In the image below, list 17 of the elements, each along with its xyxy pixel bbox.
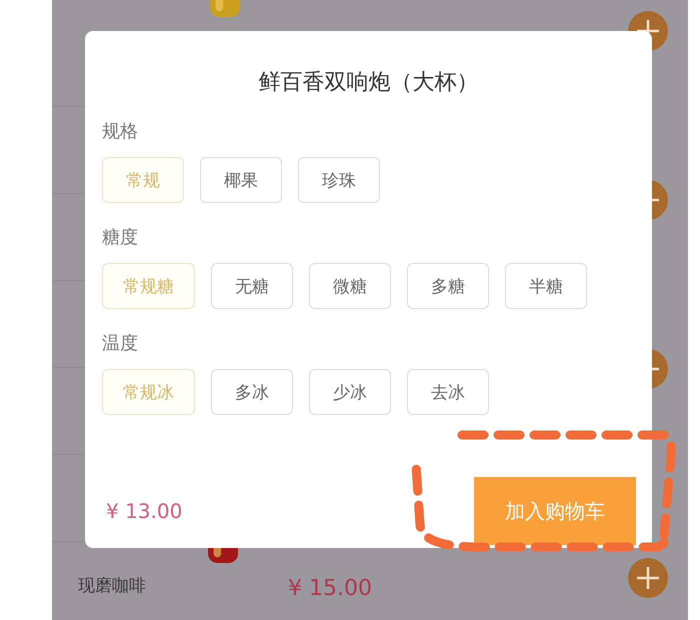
option-button[interactable]: 多糖 — [407, 263, 489, 309]
section-label: 温度 — [102, 332, 139, 355]
category-item[interactable]: 现磨咖啡 — [78, 574, 146, 596]
item-price: ¥ 15.00 — [288, 576, 372, 601]
option-button[interactable]: 少冰 — [309, 369, 391, 415]
section-label: 规格 — [102, 120, 139, 143]
option-button[interactable]: 椰果 — [200, 157, 282, 203]
option-button[interactable]: 去冰 — [407, 369, 489, 415]
add-icon[interactable] — [628, 558, 668, 598]
section-label: 糖度 — [102, 226, 139, 249]
option-button[interactable]: 半糖 — [505, 263, 587, 309]
option-button[interactable]: 多冰 — [211, 369, 293, 415]
option-button[interactable]: 微糖 — [309, 263, 391, 309]
price-label: ¥ 13.00 — [105, 499, 182, 523]
option-button[interactable]: 珍珠 — [298, 157, 380, 203]
option-button[interactable]: 无糖 — [211, 263, 293, 309]
dialog-title: 鲜百香双响炮（大杯） — [258, 69, 480, 97]
